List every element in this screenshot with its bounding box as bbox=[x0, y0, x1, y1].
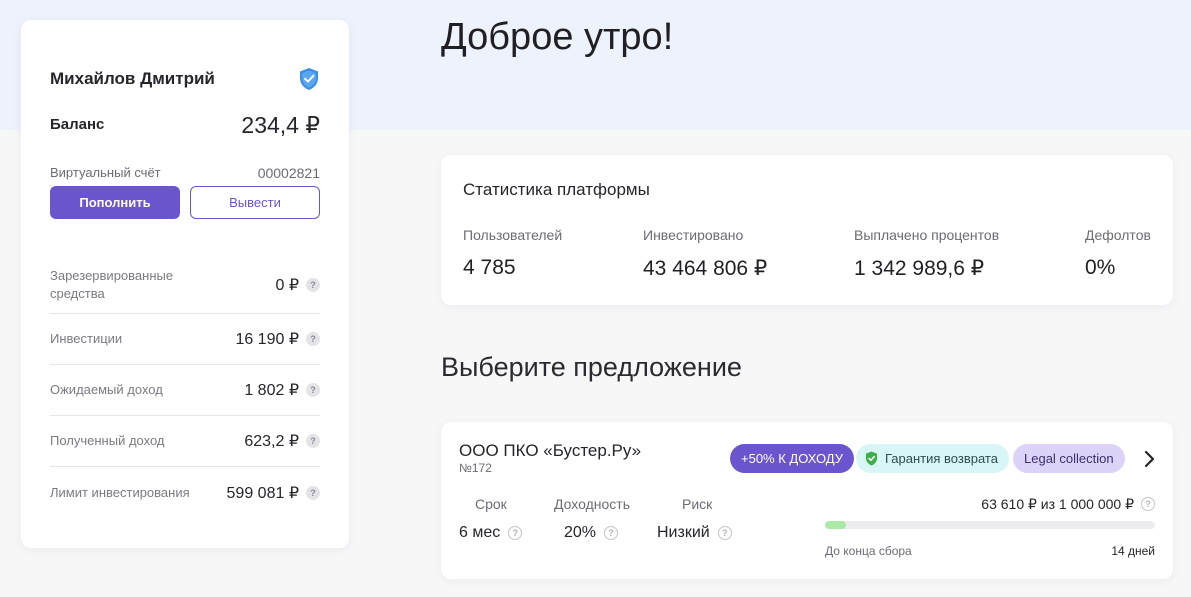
term-risk-value-row: Низкий ? bbox=[657, 524, 732, 542]
metric-invested: Инвестировано 43 464 806 ₽ bbox=[643, 227, 767, 281]
help-icon[interactable]: ? bbox=[306, 485, 320, 500]
account-stats-list: Зарезервированные средства 0 ₽ ? Инвести… bbox=[50, 256, 320, 518]
user-name: Михайлов Дмитрий bbox=[50, 69, 215, 88]
shield-check-icon bbox=[866, 451, 877, 466]
virtual-account-number: 00002821 bbox=[257, 165, 320, 181]
term-label: Срок bbox=[475, 496, 507, 512]
offer-number: №172 bbox=[459, 461, 492, 475]
stat-value: 16 190 ₽ bbox=[235, 331, 299, 348]
metric-interest-paid: Выплачено процентов 1 342 989,6 ₽ bbox=[854, 227, 999, 281]
income-bonus-badge: +50% К ДОХОДУ bbox=[730, 444, 855, 473]
metric-value: 43 464 806 ₽ bbox=[643, 257, 768, 280]
metric-label: Дефолтов bbox=[1085, 227, 1151, 243]
stat-value: 0 ₽ bbox=[275, 276, 299, 294]
help-icon[interactable]: ? bbox=[1141, 497, 1155, 511]
term-duration: Срок bbox=[475, 496, 507, 512]
offers-section-title: Выберите предложение bbox=[441, 352, 742, 382]
metric-users: Пользователей 4 785 bbox=[463, 227, 562, 280]
stat-label: Полученный доход bbox=[50, 433, 165, 448]
term-yield-value-row: 20% ? bbox=[564, 524, 619, 542]
deadline-label: До конца сбора bbox=[825, 544, 912, 558]
stat-reserved: Зарезервированные средства 0 ₽ ? bbox=[50, 256, 320, 314]
guarantee-badge-label: Гарантия возврата bbox=[885, 451, 998, 466]
stat-label: Лимит инвестирования bbox=[50, 484, 190, 500]
metric-value: 4 785 bbox=[463, 256, 516, 279]
help-icon[interactable]: ? bbox=[717, 526, 732, 540]
stat-received-income: Полученный доход 623,2 ₽ ? bbox=[50, 416, 320, 467]
help-icon[interactable]: ? bbox=[306, 434, 320, 448]
virtual-account-label: Виртуальный счёт bbox=[50, 165, 161, 180]
funding-progress-bar bbox=[825, 521, 1155, 529]
term-label: Риск bbox=[682, 496, 713, 512]
stat-expected-income: Ожидаемый доход 1 802 ₽ ? bbox=[50, 365, 320, 416]
platform-stats-title: Статистика платформы bbox=[463, 180, 650, 199]
help-icon[interactable]: ? bbox=[604, 526, 619, 540]
metric-label: Пользователей bbox=[463, 227, 563, 243]
topup-button[interactable]: Пополнить bbox=[50, 186, 180, 219]
stat-label: Инвестиции bbox=[50, 331, 123, 346]
metric-value: 0% bbox=[1085, 256, 1116, 279]
metric-defaults: Дефолтов 0% bbox=[1085, 227, 1151, 280]
help-icon[interactable]: ? bbox=[306, 383, 320, 397]
help-icon[interactable]: ? bbox=[306, 277, 320, 292]
withdraw-button[interactable]: Вывести bbox=[190, 186, 320, 219]
stat-value: 623,2 ₽ bbox=[244, 433, 299, 450]
verified-shield-icon bbox=[300, 68, 318, 90]
greeting-title: Доброе утро! bbox=[441, 16, 674, 58]
raised-amount: 63 610 ₽ из 1 000 000 ₽ bbox=[981, 496, 1134, 512]
stat-investment-limit: Лимит инвестирования 599 081 ₽ ? bbox=[50, 467, 320, 518]
offer-company-name: ООО ПКО «Бустер.Ру» bbox=[459, 441, 642, 460]
offer-card[interactable]: ООО ПКО «Бустер.Ру» №172 +50% К ДОХОДУ Г… bbox=[441, 422, 1173, 579]
funding-progress-fill bbox=[825, 521, 846, 529]
stat-label: Зарезервированные средства bbox=[50, 267, 174, 301]
term-duration-value-row: 6 мес ? bbox=[459, 524, 523, 542]
help-icon[interactable]: ? bbox=[306, 332, 320, 346]
guarantee-badge: Гарантия возврата bbox=[856, 444, 1009, 473]
chevron-right-icon[interactable] bbox=[1141, 450, 1157, 468]
deadline-value: 14 дней bbox=[1111, 544, 1155, 558]
term-yield: Доходность bbox=[554, 496, 630, 512]
balance-value: 234,4 ₽ bbox=[241, 112, 320, 138]
stat-label: Ожидаемый доход bbox=[50, 382, 163, 397]
term-value: 20% bbox=[564, 524, 597, 541]
stat-value: 599 081 ₽ bbox=[226, 484, 299, 502]
help-icon[interactable]: ? bbox=[508, 526, 523, 540]
profile-card: Михайлов Дмитрий Баланс 234,4 ₽ Виртуаль… bbox=[21, 20, 349, 548]
term-label: Доходность bbox=[554, 496, 630, 512]
stat-value: 1 802 ₽ bbox=[244, 382, 299, 399]
term-value: Низкий bbox=[657, 524, 710, 541]
balance-label: Баланс bbox=[50, 116, 105, 133]
term-risk: Риск bbox=[682, 496, 712, 512]
metric-label: Инвестировано bbox=[643, 227, 744, 243]
platform-stats-card: Статистика платформы Пользователей 4 785… bbox=[441, 155, 1173, 305]
metric-value: 1 342 989,6 ₽ bbox=[854, 257, 985, 280]
metric-label: Выплачено процентов bbox=[854, 227, 1000, 243]
term-value: 6 мес bbox=[459, 524, 501, 541]
stat-investments: Инвестиции 16 190 ₽ ? bbox=[50, 314, 320, 365]
legal-collection-badge: Legal collection bbox=[1013, 444, 1125, 473]
